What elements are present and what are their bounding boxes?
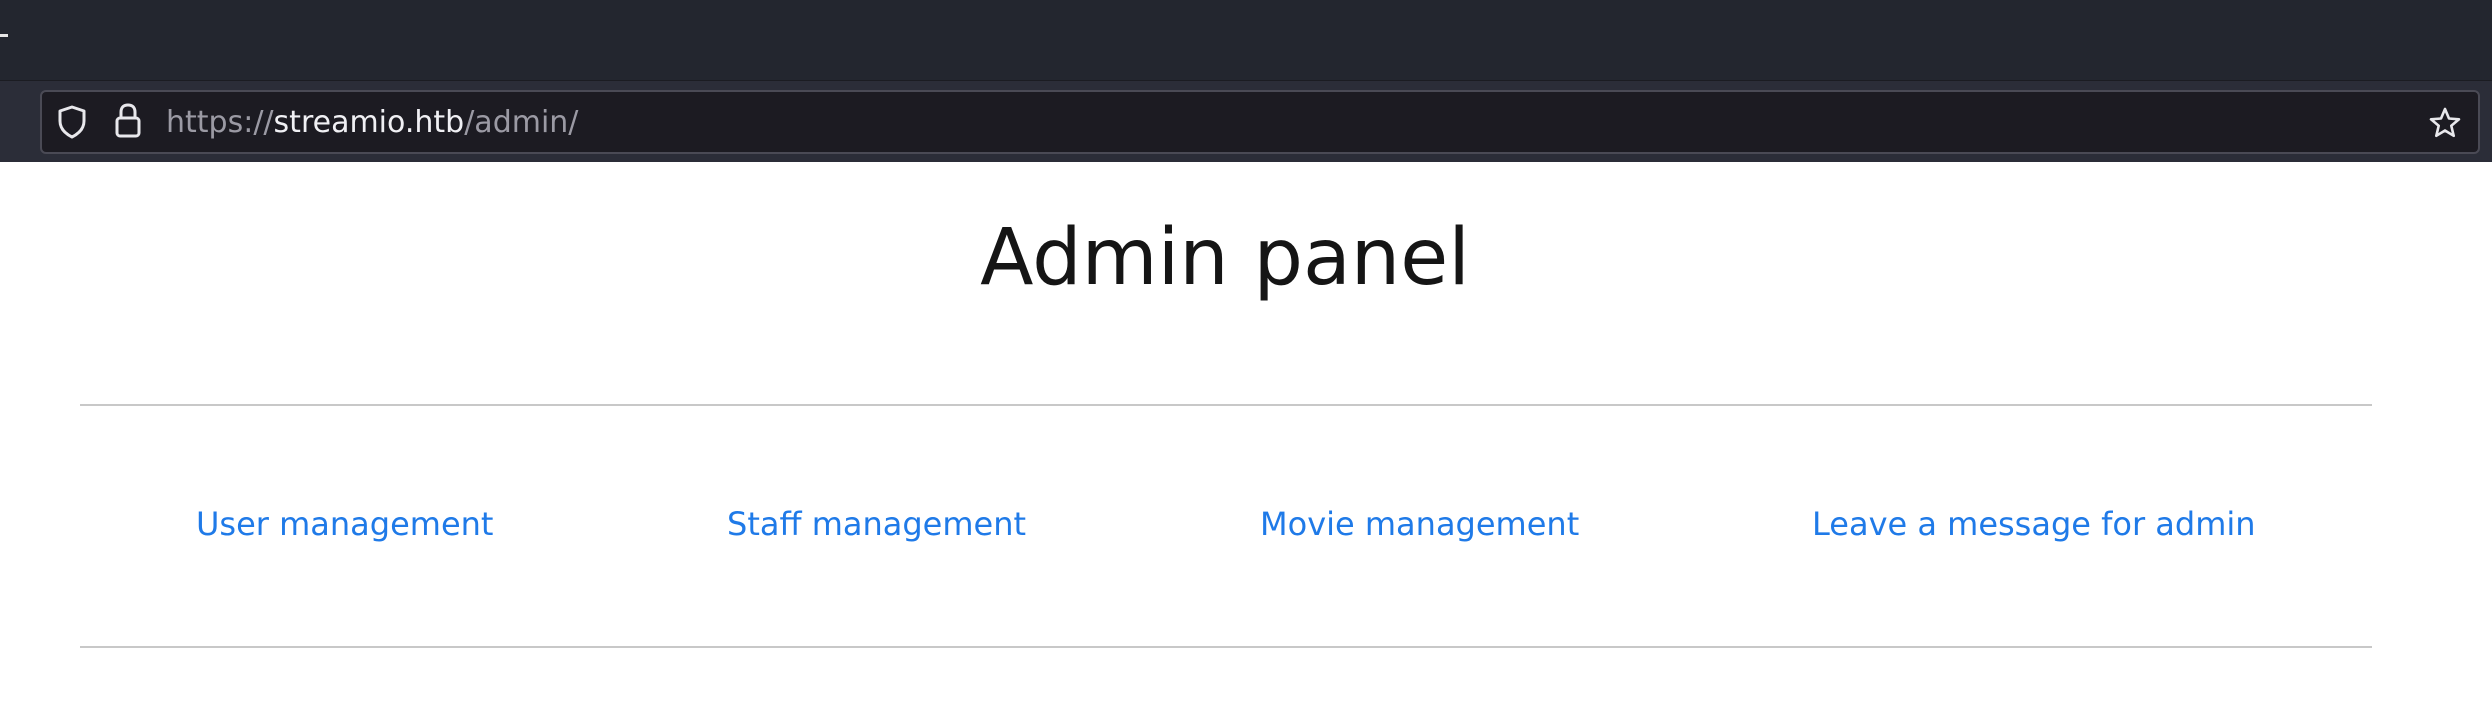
- top-divider: [80, 404, 2372, 406]
- bottom-divider: [80, 646, 2372, 648]
- page-title: Admin panel: [980, 213, 1470, 303]
- movie-management-link[interactable]: Movie management: [1260, 504, 1579, 544]
- tab-edge: [0, 34, 8, 37]
- page-content: Admin panel User management Staff manage…: [0, 162, 2492, 714]
- user-management-link[interactable]: User management: [196, 504, 493, 544]
- browser-tab-strip: [0, 0, 2492, 80]
- url-scheme: https://: [166, 105, 274, 140]
- lock-icon[interactable]: [114, 102, 142, 140]
- shield-icon[interactable]: [56, 105, 88, 139]
- star-icon[interactable]: [2428, 106, 2462, 140]
- url-path: /admin/: [464, 105, 579, 140]
- leave-message-link[interactable]: Leave a message for admin: [1812, 504, 2256, 544]
- url-bar[interactable]: https://streamio.htb/admin/: [40, 90, 2480, 154]
- url-host: streamio.htb: [273, 105, 465, 140]
- url-text[interactable]: https://streamio.htb/admin/: [166, 104, 578, 142]
- staff-management-link[interactable]: Staff management: [727, 504, 1026, 544]
